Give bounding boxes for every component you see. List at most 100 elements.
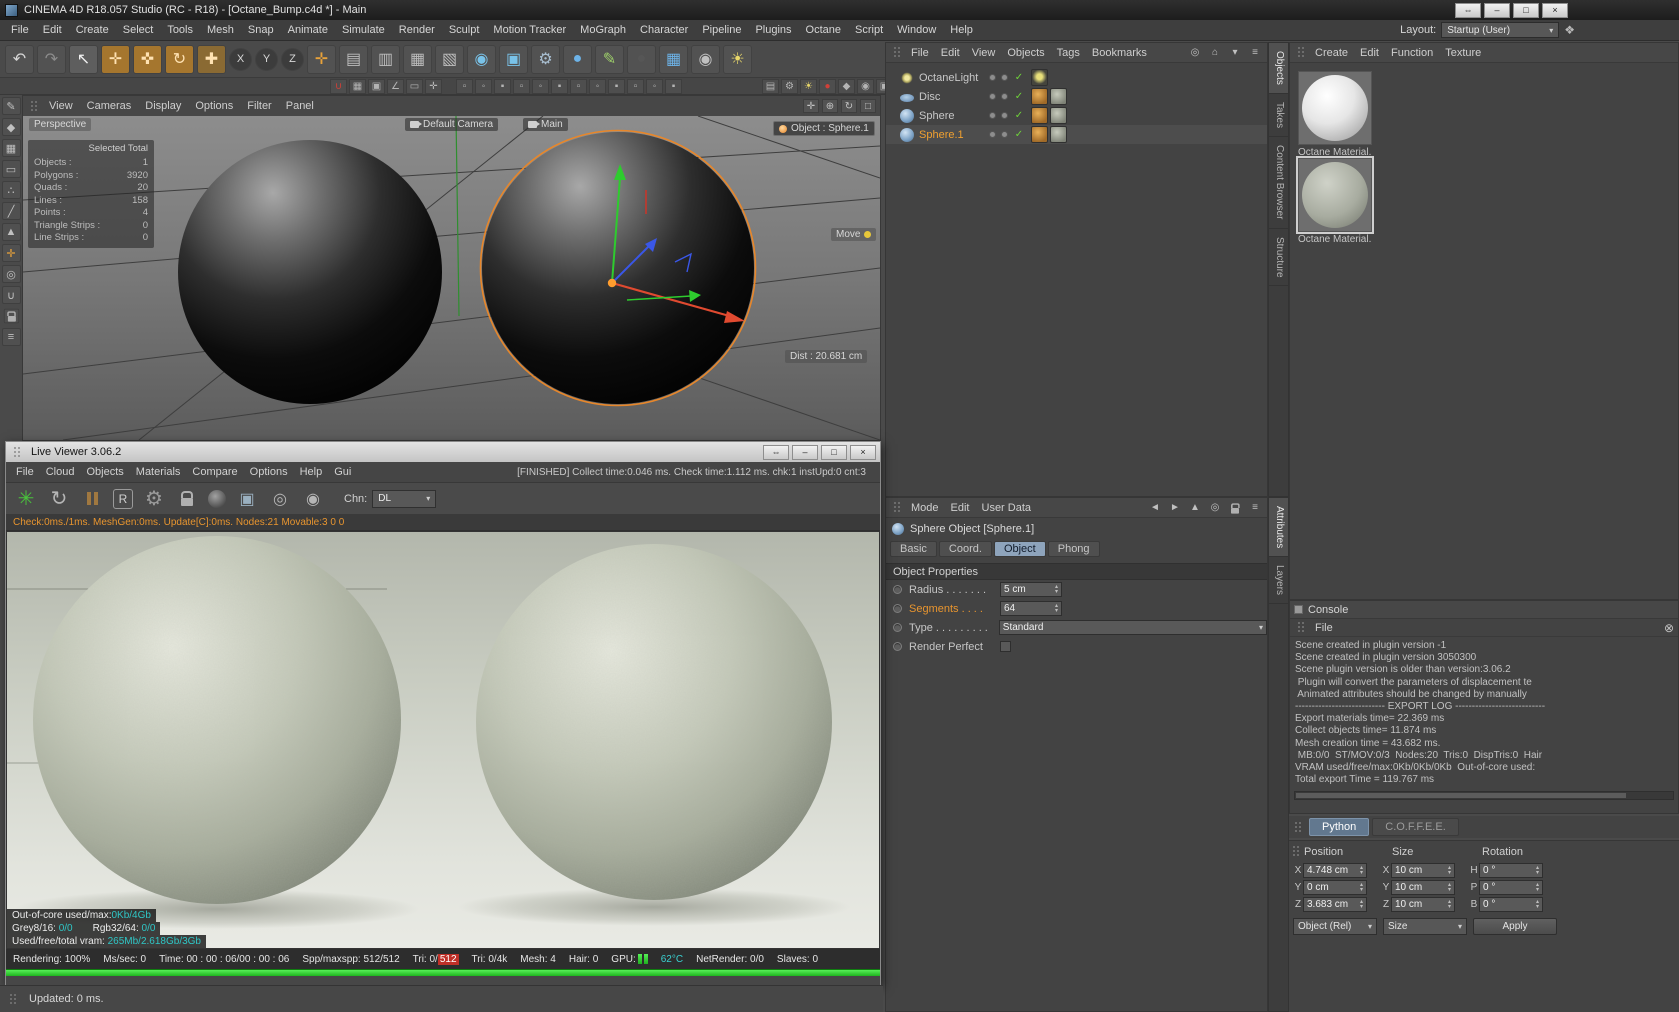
am-menu-icon[interactable]: ≡ [1247, 501, 1263, 515]
texture-mode-icon[interactable]: ▦ [1, 139, 21, 157]
stepper-icon[interactable]: ▴ ▾ [1055, 603, 1058, 613]
snap-3d-icon[interactable]: ▦ [349, 78, 366, 94]
am-menu-item[interactable]: User Data [976, 502, 1038, 514]
viewport-sun-icon[interactable]: ☀ [800, 78, 817, 94]
menu-item[interactable]: Simulate [335, 24, 392, 36]
enable-snap-icon[interactable]: ∪ [330, 78, 347, 94]
render-visibility-dot[interactable] [1001, 112, 1008, 119]
enabled-check-icon[interactable]: ✓ [1013, 91, 1025, 102]
lock-resolution-icon[interactable] [175, 487, 199, 511]
object-tags[interactable] [1031, 126, 1067, 143]
script-tab[interactable]: Python [1309, 818, 1370, 836]
mm-menu-item[interactable]: Create [1309, 47, 1354, 59]
quantize-icon[interactable]: ∠ [387, 78, 404, 94]
lv-menu-item[interactable]: Materials [130, 466, 187, 478]
close-button[interactable]: × [850, 444, 876, 460]
mm-menu-item[interactable]: Texture [1439, 47, 1487, 59]
om-menu-item[interactable]: Tags [1051, 47, 1086, 59]
editor-visibility-dot[interactable] [989, 74, 996, 81]
viewport-menu-item[interactable]: Options [188, 100, 240, 112]
position-field[interactable]: 0 cm ▴ ▾ [1303, 880, 1367, 895]
viewport-menu-item[interactable]: Panel [279, 100, 321, 112]
layout-dropdown[interactable]: Startup (User) ▾ [1441, 22, 1560, 38]
view-label[interactable]: Perspective [29, 118, 92, 131]
animation-dot-icon[interactable] [893, 642, 902, 651]
live-viewer-titlebar[interactable]: Live Viewer 3.06.2 ⇔ – □ × [6, 442, 880, 462]
keyframe-icon[interactable]: ◆ [838, 78, 855, 94]
object-row[interactable]: Sphere.1 ✓ [886, 125, 1267, 144]
om-menu-item[interactable]: File [905, 47, 935, 59]
size-field[interactable]: 10 cm ▴ ▾ [1391, 863, 1455, 878]
mm-menu-item[interactable]: Edit [1354, 47, 1385, 59]
snap-option-icon[interactable]: ▫ [570, 78, 587, 94]
model-mode-icon[interactable]: ◆ [1, 118, 21, 136]
enabled-check-icon[interactable]: ✓ [1013, 129, 1025, 140]
workplane-snap-icon[interactable]: ▭ [406, 78, 423, 94]
object-label[interactable]: Disc [919, 91, 989, 103]
stepper-icon[interactable]: ▴ ▾ [1055, 584, 1058, 594]
lock-icon[interactable] [1229, 502, 1242, 513]
drag-handle-icon[interactable] [30, 99, 39, 113]
om-menu-item[interactable]: Edit [935, 47, 966, 59]
object-mode-dropdown[interactable]: Object (Rel) ▾ [1293, 918, 1377, 935]
scale-tool-icon[interactable]: ✜ [133, 44, 162, 74]
editor-visibility-dot[interactable] [989, 93, 996, 100]
dynamic-guides-icon[interactable]: ✛ [425, 78, 442, 94]
lv-menu-item[interactable]: Cloud [40, 466, 81, 478]
restart-render-icon[interactable]: ↻ [47, 487, 71, 511]
apply-button[interactable]: Apply [1473, 918, 1557, 935]
enabled-check-icon[interactable]: ✓ [1013, 110, 1025, 121]
render-visibility-dot[interactable] [1001, 74, 1008, 81]
lv-menu-item[interactable]: Compare [186, 466, 243, 478]
close-button[interactable]: × [1542, 2, 1568, 18]
animation-dot-icon[interactable] [893, 604, 902, 613]
am-menu-item[interactable]: Edit [945, 502, 976, 514]
animation-dot-icon[interactable] [893, 585, 902, 594]
object-tags[interactable] [1031, 107, 1067, 124]
viewport-grid-icon[interactable]: ▤ [762, 78, 779, 94]
focus-picker-icon[interactable]: ◎ [268, 487, 292, 511]
rotation-field[interactable]: 0 ° ▴ ▾ [1479, 863, 1543, 878]
home-icon[interactable]: ⌂ [1207, 46, 1223, 60]
zoom-view-icon[interactable]: ⊕ [822, 99, 838, 113]
mm-menu-item[interactable]: Function [1385, 47, 1439, 59]
render-canvas[interactable]: Out-of-core used/max:0Kb/4Gb Grey8/16: 0… [6, 531, 880, 949]
console-file-menu[interactable]: File [1309, 622, 1339, 634]
rotate-view-icon[interactable]: ↻ [841, 99, 857, 113]
menu-item[interactable]: Animate [281, 24, 335, 36]
stepper-icon[interactable]: ▴ ▾ [1360, 865, 1363, 875]
menu-item[interactable]: Render [392, 24, 442, 36]
object-row[interactable]: Disc ✓ [886, 87, 1267, 106]
minimize-button[interactable]: – [1484, 2, 1510, 18]
menu-item[interactable]: Select [116, 24, 161, 36]
points-mode-icon[interactable]: ∴ [1, 181, 21, 199]
light-icon[interactable]: ☀ [723, 44, 752, 74]
enabled-check-icon[interactable]: ✓ [1013, 72, 1025, 83]
snap-option-icon[interactable]: ◦ [646, 78, 663, 94]
menu-item[interactable]: Edit [36, 24, 69, 36]
rotation-field[interactable]: 0 ° ▴ ▾ [1479, 897, 1543, 912]
main-view-label[interactable]: Main [523, 118, 568, 131]
console-log[interactable]: Scene created in plugin version -1 Scene … [1290, 637, 1678, 789]
up-icon[interactable]: ▲ [1187, 501, 1203, 515]
position-field[interactable]: 3.683 cm ▴ ▾ [1303, 897, 1367, 912]
undock-button[interactable]: ⇔ [763, 444, 789, 460]
menu-item[interactable]: Character [633, 24, 695, 36]
minimize-button[interactable]: – [792, 444, 818, 460]
camera-view-icon[interactable]: ◉ [857, 78, 874, 94]
drag-handle-icon[interactable] [1292, 845, 1301, 858]
drag-handle-icon[interactable] [1294, 820, 1303, 834]
filter-icon[interactable]: ▾ [1227, 46, 1243, 60]
object-label[interactable]: Sphere [919, 110, 989, 122]
channel-dropdown[interactable]: DL ▾ [372, 489, 437, 508]
viewport-settings-icon[interactable]: ⚙ [781, 78, 798, 94]
menu-item[interactable]: Sculpt [442, 24, 487, 36]
snap-option-icon[interactable]: ▫ [627, 78, 644, 94]
snap-option-icon[interactable]: ◦ [475, 78, 492, 94]
camera-label[interactable]: Default Camera [405, 118, 499, 131]
render-visibility-dot[interactable] [1001, 131, 1008, 138]
render-visibility-dot[interactable] [1001, 93, 1008, 100]
lv-menu-item[interactable]: Objects [80, 466, 129, 478]
editor-visibility-dot[interactable] [989, 112, 996, 119]
settings-gear-icon[interactable]: ⚙ [142, 487, 166, 511]
